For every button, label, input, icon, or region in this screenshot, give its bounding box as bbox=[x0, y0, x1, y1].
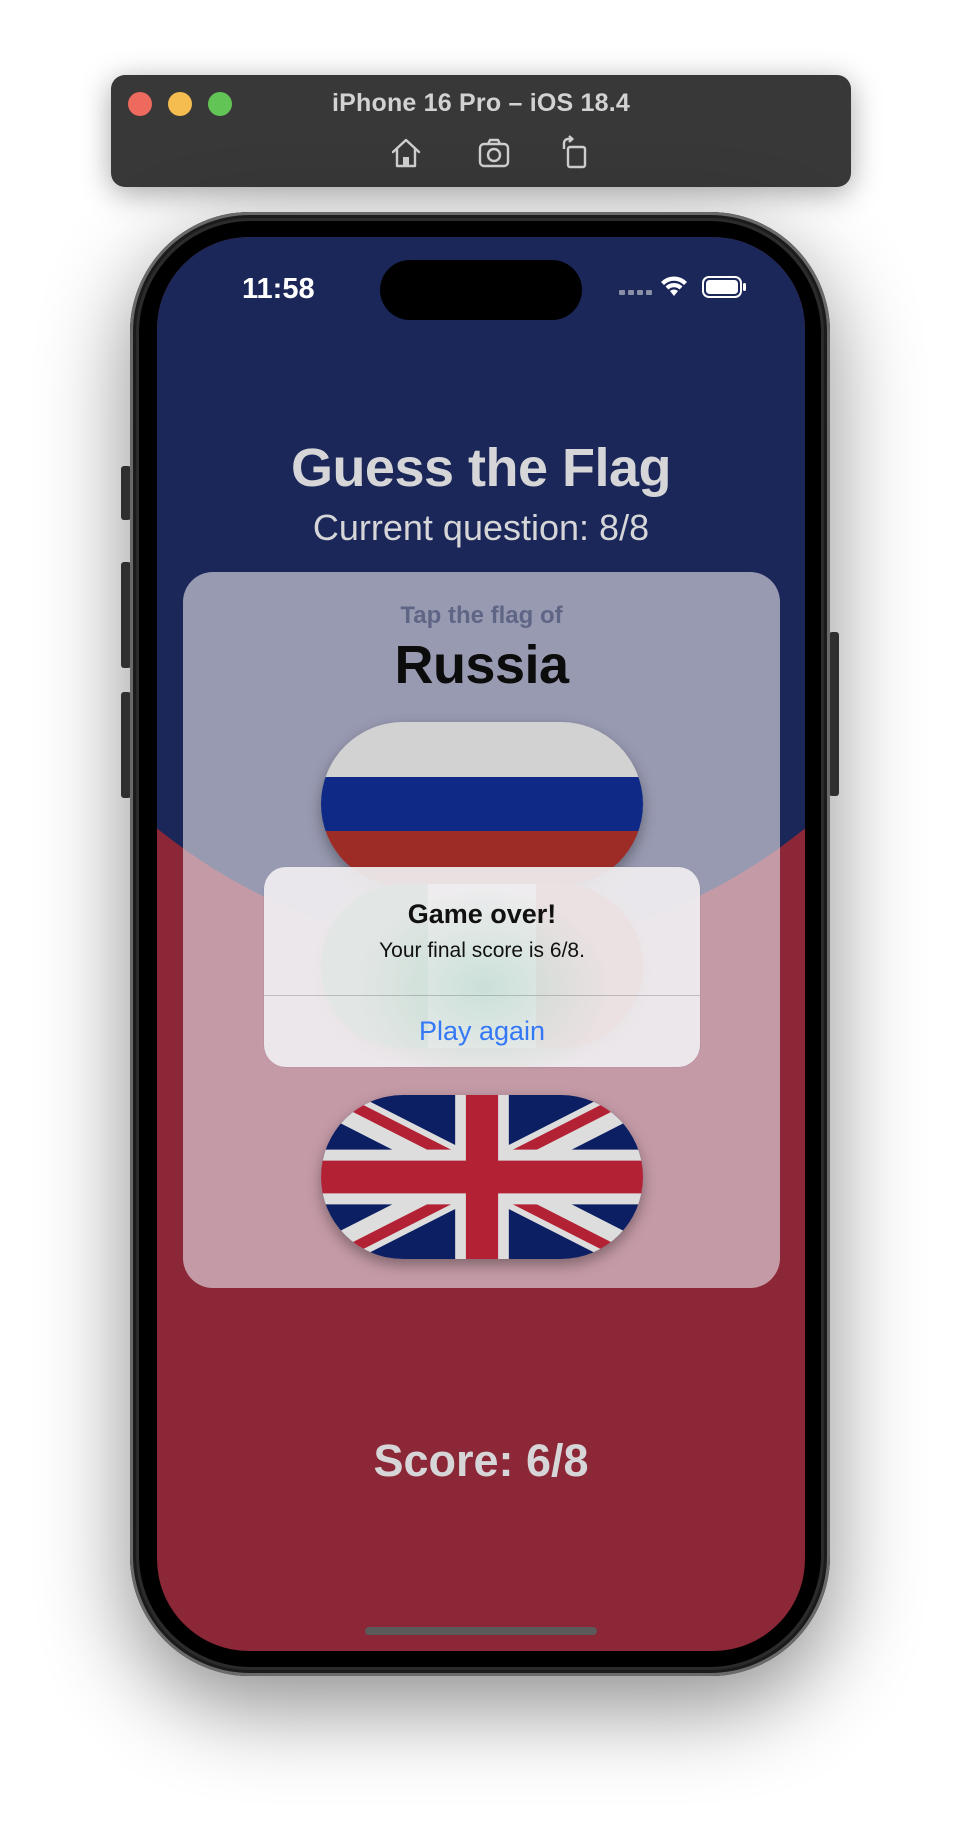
app-title: Guess the Flag bbox=[290, 438, 672, 498]
alert-message: Your final score is 6/8. bbox=[379, 939, 585, 962]
rotate-icon[interactable] bbox=[558, 135, 594, 171]
home-icon[interactable] bbox=[388, 135, 424, 171]
score-label: Score: 6/8 bbox=[373, 1435, 589, 1486]
status-time: 11:58 bbox=[242, 273, 315, 305]
side-button bbox=[829, 632, 839, 796]
play-again-button[interactable]: Play again bbox=[264, 995, 700, 1067]
home-indicator[interactable] bbox=[365, 1627, 597, 1635]
question-counter: Current question: 8/8 bbox=[312, 507, 650, 548]
screenshot-icon[interactable] bbox=[477, 135, 513, 171]
alert-title: Game over! bbox=[407, 899, 557, 929]
flag-stripe-blue bbox=[321, 776, 643, 832]
prompt-label: Tap the flag of bbox=[400, 602, 563, 629]
flag-button-russia[interactable] bbox=[321, 722, 643, 886]
game-over-alert: Game over! Your final score is 6/8. Play… bbox=[264, 867, 700, 1067]
union-jack-icon bbox=[321, 1095, 643, 1259]
dynamic-island bbox=[380, 260, 582, 320]
status-icons bbox=[619, 276, 746, 298]
cellular-icon bbox=[619, 290, 652, 295]
phone-screen: 11:58 Guess the Flag Current question: 8… bbox=[157, 237, 805, 1651]
flag-stripe-white bbox=[321, 722, 643, 777]
battery-icon bbox=[702, 276, 746, 298]
simulator-toolbar: iPhone 16 Pro – iOS 18.4 bbox=[111, 75, 851, 187]
simulator-title: iPhone 16 Pro – iOS 18.4 bbox=[332, 89, 630, 117]
flag-button-uk[interactable] bbox=[321, 1095, 643, 1259]
prompt-country: Russia bbox=[394, 635, 569, 695]
wifi-icon bbox=[661, 276, 687, 296]
